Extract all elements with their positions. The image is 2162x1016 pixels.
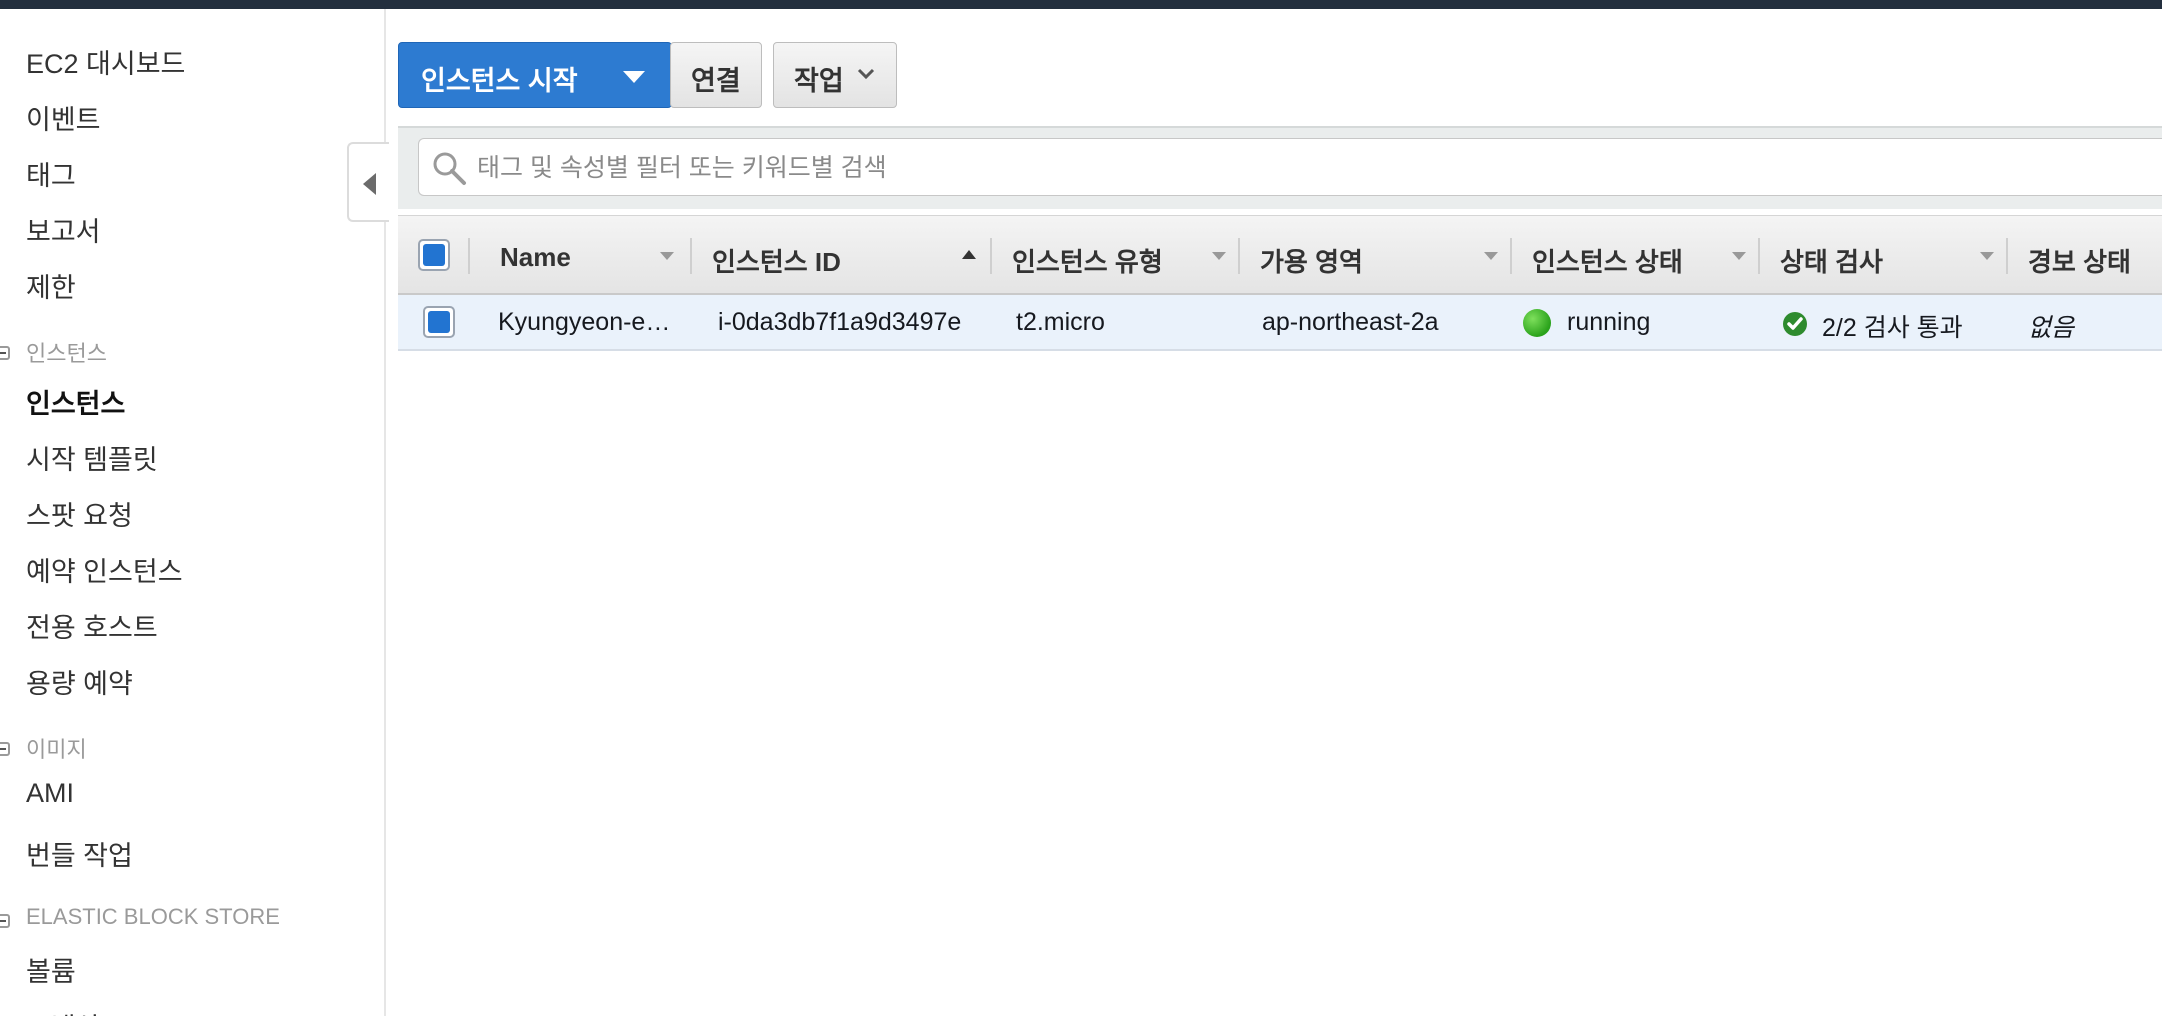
filter-bar: [398, 126, 2162, 209]
column-header-instance-state[interactable]: 인스턴스 상태: [1512, 216, 1758, 294]
sidebar-item-tags[interactable]: 태그: [26, 154, 76, 193]
sidebar-item-reserved-instances[interactable]: 예약 인스턴스: [26, 550, 183, 589]
table-header: Name 인스턴스 ID 인스턴스 유형 가용 영역 인스턴스 상태 상태 검사: [398, 215, 2162, 295]
launch-instance-label: 인스턴스 시작: [421, 66, 578, 96]
cell-instance-id: i-0da3db7f1a9d3497e: [718, 308, 962, 336]
sidebar-item-dedicated-hosts[interactable]: 전용 호스트: [26, 606, 158, 645]
column-header-label: 인스턴스 상태: [1532, 247, 1683, 277]
column-header-label: 가용 영역: [1260, 247, 1363, 277]
connect-button[interactable]: 연결: [670, 42, 762, 108]
chevron-down-icon[interactable]: [623, 71, 645, 83]
cell-name: Kyungyeon-e…: [498, 308, 671, 336]
column-header-label: 인스턴스 ID: [712, 247, 841, 277]
sidebar-item-volumes[interactable]: 볼륨: [26, 950, 76, 989]
section-collapse-ebs-icon[interactable]: [0, 914, 10, 928]
sort-caret-icon: [1212, 252, 1226, 260]
sort-caret-icon: [1732, 252, 1746, 260]
column-header-availability-zone[interactable]: 가용 영역: [1240, 216, 1510, 294]
column-header-label: 인스턴스 유형: [1012, 247, 1163, 277]
section-collapse-images-icon[interactable]: [0, 742, 10, 756]
search-icon: [433, 152, 466, 185]
cell-instance-state: running: [1567, 308, 1651, 336]
top-navigation-bar: [0, 0, 2162, 9]
cell-alarm-status: 없음: [2028, 314, 2075, 342]
sidebar-item-instances[interactable]: 인스턴스: [26, 382, 125, 421]
select-all-checkbox[interactable]: [418, 239, 450, 271]
column-header-label: 상태 검사: [1780, 247, 1883, 277]
connect-label: 연결: [691, 66, 741, 96]
sort-caret-icon: [1484, 252, 1498, 260]
column-header-alarm-status[interactable]: 경보 상태: [2008, 216, 2162, 294]
sort-asc-icon: [962, 250, 976, 259]
column-header-label: Name: [500, 242, 571, 272]
sidebar-item-bundle-tasks[interactable]: 번들 작업: [26, 834, 133, 873]
row-select-checkbox[interactable]: [423, 306, 455, 338]
actions-button[interactable]: 작업: [773, 42, 897, 108]
search-box[interactable]: [418, 138, 2162, 196]
column-header-name[interactable]: Name: [470, 216, 690, 294]
table-row[interactable]: Kyungyeon-e… i-0da3db7f1a9d3497e t2.micr…: [398, 295, 2162, 351]
sort-caret-icon: [660, 252, 674, 260]
status-running-icon: [1523, 309, 1551, 337]
sidebar-section-images: 이미지: [26, 737, 87, 762]
collapse-left-icon: [363, 173, 376, 195]
check-circle-icon: [1783, 312, 1807, 336]
sidebar-item-ami[interactable]: AMI: [26, 778, 74, 809]
chevron-down-icon: [857, 68, 875, 80]
sidebar-section-instances: 인스턴스: [26, 341, 107, 366]
actions-label: 작업: [794, 66, 844, 96]
column-header-label: 경보 상태: [2028, 247, 2131, 277]
column-header-status-checks[interactable]: 상태 검사: [1760, 216, 2006, 294]
section-collapse-instances-icon[interactable]: [0, 346, 10, 360]
column-header-instance-id[interactable]: 인스턴스 ID: [692, 216, 988, 294]
cell-instance-type: t2.micro: [1016, 308, 1105, 336]
cell-status-checks: 2/2 검사 통과: [1822, 314, 1963, 342]
sidebar-item-reports[interactable]: 보고서: [26, 210, 101, 249]
sidebar-item-spot-requests[interactable]: 스팟 요청: [26, 494, 133, 533]
sidebar-collapse-button[interactable]: [347, 142, 389, 222]
sidebar-item-capacity-reservations[interactable]: 용량 예약: [26, 662, 133, 701]
column-header-instance-type[interactable]: 인스턴스 유형: [992, 216, 1238, 294]
search-input[interactable]: [475, 147, 2079, 189]
sidebar-item-snapshots[interactable]: 스냅샷: [26, 1006, 101, 1016]
sidebar-item-launch-templates[interactable]: 시작 템플릿: [26, 438, 158, 477]
sidebar-item-limits[interactable]: 제한: [26, 266, 76, 305]
cell-availability-zone: ap-northeast-2a: [1262, 308, 1439, 336]
launch-instance-button[interactable]: 인스턴스 시작: [398, 42, 672, 108]
main-content: 인스턴스 시작 연결 작업 Name 인스턴스 ID: [386, 9, 2162, 1016]
sidebar-item-ec2-dashboard[interactable]: EC2 대시보드: [26, 42, 185, 81]
sidebar: EC2 대시보드 이벤트 태그 보고서 제한 인스턴스 인스턴스 시작 템플릿 …: [0, 9, 386, 1016]
sidebar-item-events[interactable]: 이벤트: [26, 98, 101, 137]
sort-caret-icon: [1980, 252, 1994, 260]
sidebar-section-ebs: ELASTIC BLOCK STORE: [26, 904, 280, 929]
